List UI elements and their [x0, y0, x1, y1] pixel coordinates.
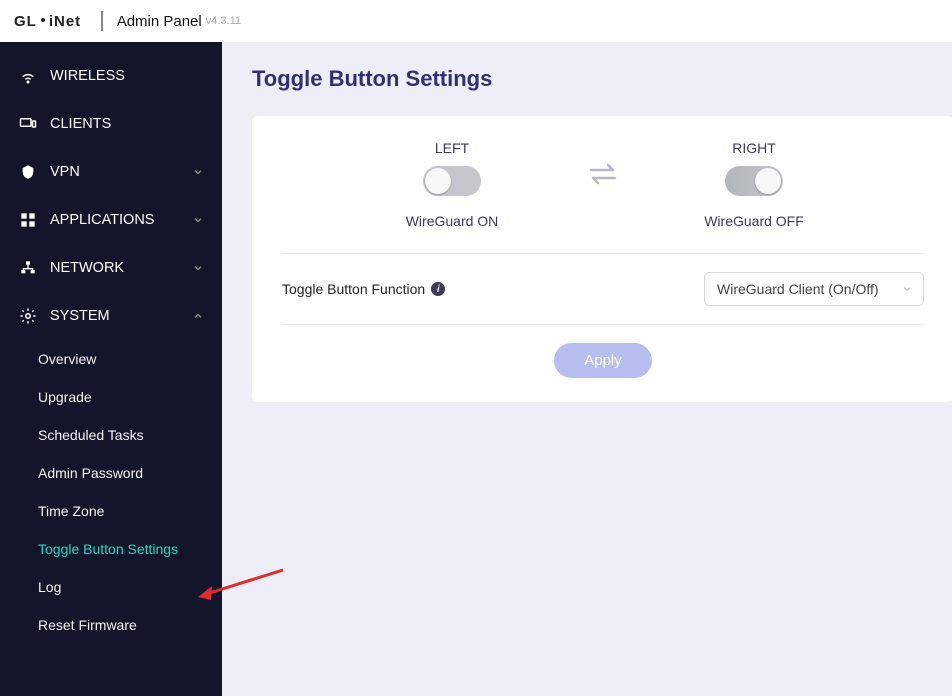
function-label-text: Toggle Button Function [282, 281, 425, 297]
chevron-down-icon [192, 214, 204, 226]
toggle-preview-row: LEFT WireGuard ON RIGHT WireGuard OFF [282, 140, 924, 254]
swap-arrows-icon [587, 140, 619, 186]
gear-icon [18, 306, 38, 326]
nav-label: NETWORK [50, 260, 124, 276]
function-select[interactable]: WireGuard Client (On/Off) [704, 272, 924, 306]
panel-title: Admin Panel [117, 13, 202, 30]
topbar: GLiNet Admin Panel v4.3.11 [0, 0, 952, 42]
sub-scheduled-tasks[interactable]: Scheduled Tasks [0, 416, 222, 454]
sub-toggle-button-settings[interactable]: Toggle Button Settings [0, 530, 222, 568]
switch-left-icon [423, 166, 481, 196]
toggle-left-col: LEFT WireGuard ON [377, 140, 527, 229]
brand-logo: GLiNet [14, 13, 81, 30]
page-title: Toggle Button Settings [252, 66, 952, 92]
right-subtitle: WireGuard OFF [679, 213, 829, 229]
sidebar-item-wireless[interactable]: WIRELESS [0, 52, 222, 100]
grid-icon [18, 210, 38, 230]
sidebar-item-clients[interactable]: CLIENTS [0, 100, 222, 148]
nav-label: SYSTEM [50, 308, 110, 324]
function-row: Toggle Button Function i WireGuard Clien… [282, 254, 924, 325]
main-content: Toggle Button Settings LEFT WireGuard ON… [222, 42, 952, 696]
settings-card: LEFT WireGuard ON RIGHT WireGuard OFF To… [252, 116, 952, 402]
devices-icon [18, 114, 38, 134]
nav-label: CLIENTS [50, 116, 111, 132]
sub-time-zone[interactable]: Time Zone [0, 492, 222, 530]
sidebar-item-applications[interactable]: APPLICATIONS [0, 196, 222, 244]
left-label: LEFT [377, 140, 527, 156]
divider [101, 11, 103, 31]
sidebar-item-network[interactable]: NETWORK [0, 244, 222, 292]
network-icon [18, 258, 38, 278]
switch-right-icon [725, 166, 783, 196]
shield-icon [18, 162, 38, 182]
sub-upgrade[interactable]: Upgrade [0, 378, 222, 416]
sidebar-item-system[interactable]: SYSTEM [0, 292, 222, 340]
select-value: WireGuard Client (On/Off) [717, 281, 879, 297]
chevron-down-icon [192, 166, 204, 178]
wifi-icon [18, 66, 38, 86]
sub-admin-password[interactable]: Admin Password [0, 454, 222, 492]
sidebar-item-vpn[interactable]: VPN [0, 148, 222, 196]
toggle-right-col: RIGHT WireGuard OFF [679, 140, 829, 229]
sub-reset-firmware[interactable]: Reset Firmware [0, 606, 222, 644]
nav-label: APPLICATIONS [50, 212, 154, 228]
sub-overview[interactable]: Overview [0, 340, 222, 378]
left-subtitle: WireGuard ON [377, 213, 527, 229]
chevron-down-icon [901, 283, 913, 295]
nav-label: WIRELESS [50, 68, 125, 84]
version-label: v4.3.11 [206, 15, 241, 27]
function-label: Toggle Button Function i [282, 281, 445, 297]
apply-button[interactable]: Apply [554, 343, 652, 378]
nav-label: VPN [50, 164, 80, 180]
chevron-up-icon [192, 310, 204, 322]
sidebar: WIRELESS CLIENTS VPN APPLICATIONS NETWOR… [0, 42, 222, 696]
right-label: RIGHT [679, 140, 829, 156]
chevron-down-icon [192, 262, 204, 274]
sub-log[interactable]: Log [0, 568, 222, 606]
info-icon[interactable]: i [431, 282, 445, 296]
